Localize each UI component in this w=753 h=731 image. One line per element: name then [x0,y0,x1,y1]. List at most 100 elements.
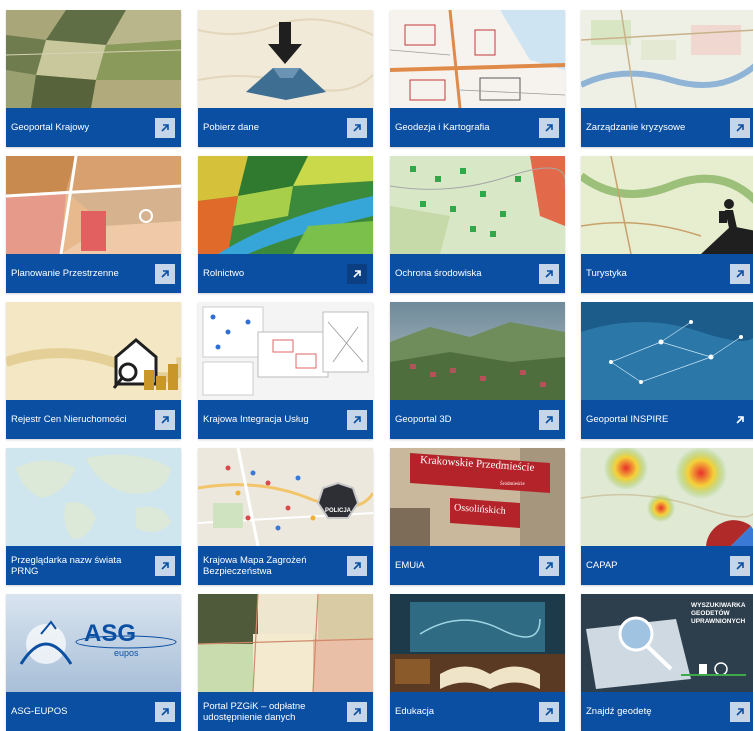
tile-footer: Portal PZGiK – odpłatne udostępnienie da… [198,692,373,731]
tile-label: Geoportal INSPIRE [586,414,669,425]
external-link-icon[interactable] [347,701,367,722]
external-link-icon[interactable] [730,117,750,138]
tile-label: ASG-EUPOS [11,706,68,717]
police-map-thumbnail: POLICJA [198,448,373,546]
tourism-map-thumbnail [581,156,753,254]
tile-portal-pzgik[interactable]: Portal PZGiK – odpłatne udostępnienie da… [198,594,373,731]
external-link-icon[interactable] [347,117,367,138]
tile-label: CAPAP [586,560,618,571]
external-link-icon[interactable] [155,117,175,138]
tile-przegladarka-nazw-swiata[interactable]: Przeglądarka nazw świata PRNG [6,448,181,585]
police-badge-text: POLICJA [324,508,351,514]
external-link-icon[interactable] [347,409,367,430]
tile-footer: Turystyka [581,254,753,293]
tile-label: Przeglądarka nazw świata PRNG [11,554,122,577]
tile-geodezja-i-kartografia[interactable]: Geodezja i Kartografia [390,10,565,147]
external-link-icon[interactable] [730,555,750,576]
paid-data-thumbnail [198,594,373,692]
surveyor-title-line3: UPRAWNIONYCH [691,618,746,625]
tile-asg-eupos[interactable]: ASG eupos ASG-EUPOS [6,594,181,731]
tile-footer: Geoportal INSPIRE [581,400,753,439]
external-link-icon[interactable] [730,263,750,284]
tile-label: Rejestr Cen Nieruchomości [11,414,127,425]
tile-label: Geodezja i Kartografia [395,122,490,133]
tile-footer: Krajowa Mapa Zagrożeń Bezpieczeństwa [198,546,373,585]
tile-geoportal-inspire[interactable]: Geoportal INSPIRE [581,302,753,439]
tile-pobierz-dane[interactable]: Pobierz dane [198,10,373,147]
download-map-thumbnail [198,10,373,108]
tile-footer: Geoportal Krajowy [6,108,181,147]
external-link-icon[interactable] [539,117,559,138]
external-link-icon[interactable] [539,701,559,722]
tile-krajowa-integracja-uslug[interactable]: Krajowa Integracja Usług [198,302,373,439]
external-link-icon[interactable] [155,555,175,576]
tile-label: Krajowa Integracja Usług [203,414,309,425]
tile-footer: Geoportal 3D [390,400,565,439]
external-link-icon[interactable] [155,409,175,430]
tile-label: Turystyka [586,268,627,279]
tile-footer: Pobierz dane [198,108,373,147]
tile-label: Portal PZGiK – odpłatne udostępnienie da… [203,700,306,723]
tile-zarzadzanie-kryzysowe[interactable]: Zarządzanie kryzysowe [581,10,753,147]
external-link-icon[interactable] [730,701,750,722]
surveyor-search-thumbnail: WYSZUKIWARKA GEODETÓW UPRAWNIONYCH [581,594,753,692]
service-integration-thumbnail [198,302,373,400]
tile-geoportal-3d[interactable]: Geoportal 3D [390,302,565,439]
environment-map-thumbnail [390,156,565,254]
tile-label: Geoportal Krajowy [11,122,90,133]
tile-planowanie-przestrzenne[interactable]: Planowanie Przestrzenne [6,156,181,293]
cadastral-map-thumbnail [390,10,565,108]
tile-label: Zarządzanie kryzysowe [586,122,686,133]
external-link-icon[interactable] [155,701,175,722]
tile-turystyka[interactable]: Turystyka [581,156,753,293]
tile-label: EMUiA [395,560,425,571]
tile-label: Pobierz dane [203,122,259,133]
surveyor-title-line2: GEODETÓW [691,610,730,617]
external-link-icon[interactable] [539,409,559,430]
tile-label: Edukacja [395,706,435,717]
tile-footer: Planowanie Przestrzenne [6,254,181,293]
asg-logo-subtext: eupos [114,648,139,658]
tile-footer: Zarządzanie kryzysowe [581,108,753,147]
inspire-network-thumbnail [581,302,753,400]
external-link-icon[interactable] [347,263,367,284]
asg-eupos-logo-thumbnail: ASG eupos [6,594,181,692]
tile-edukacja[interactable]: Edukacja [390,594,565,731]
tile-footer: Ochrona środowiska [390,254,565,293]
agriculture-map-thumbnail [198,156,373,254]
tile-label: Geoportal 3D [395,414,452,425]
tile-ochrona-srodowiska[interactable]: Ochrona środowiska [390,156,565,293]
tile-footer: Krajowa Integracja Usług [198,400,373,439]
world-map-thumbnail [6,448,181,546]
tile-geoportal-krajowy[interactable]: Geoportal Krajowy [6,10,181,147]
tile-label: Znajdź geodetę [586,706,652,717]
street-sign-thumbnail: Krakowskie Przedmieście Śródmieście Osso… [390,448,565,546]
zoning-map-thumbnail [6,156,181,254]
tile-znajdz-geodete[interactable]: WYSZUKIWARKA GEODETÓW UPRAWNIONYCH Znajd… [581,594,753,731]
tile-footer: CAPAP [581,546,753,585]
external-link-icon[interactable] [539,555,559,576]
tile-footer: EMUiA [390,546,565,585]
aerial-orthophoto-thumbnail [6,10,181,108]
crisis-map-thumbnail [581,10,753,108]
tile-emuia[interactable]: Krakowskie Przedmieście Śródmieście Osso… [390,448,565,585]
tile-footer: Geodezja i Kartografia [390,108,565,147]
tile-footer: Znajdź geodetę [581,692,753,731]
tile-footer: Rejestr Cen Nieruchomości [6,400,181,439]
tile-capap[interactable]: CAPAP [581,448,753,585]
property-prices-thumbnail [6,302,181,400]
external-link-icon[interactable] [730,410,750,430]
street-sign-sub-text: Śródmieście [500,482,525,487]
tile-rolnictwo[interactable]: Rolnictwo [198,156,373,293]
tile-footer: Edukacja [390,692,565,731]
tile-label: Krajowa Mapa Zagrożeń Bezpieczeństwa [203,554,307,577]
tile-footer: ASG-EUPOS [6,692,181,731]
external-link-icon[interactable] [539,263,559,284]
tile-footer: Przeglądarka nazw świata PRNG [6,546,181,585]
tile-rejestr-cen-nieruchomosci[interactable]: Rejestr Cen Nieruchomości [6,302,181,439]
asg-logo-text: ASG [84,620,137,647]
tile-krajowa-mapa-zagrozen[interactable]: POLICJA Krajowa Mapa Zagrożeń Bezpieczeń… [198,448,373,585]
external-link-icon[interactable] [155,263,175,284]
tile-footer: Rolnictwo [198,254,373,293]
external-link-icon[interactable] [347,555,367,576]
